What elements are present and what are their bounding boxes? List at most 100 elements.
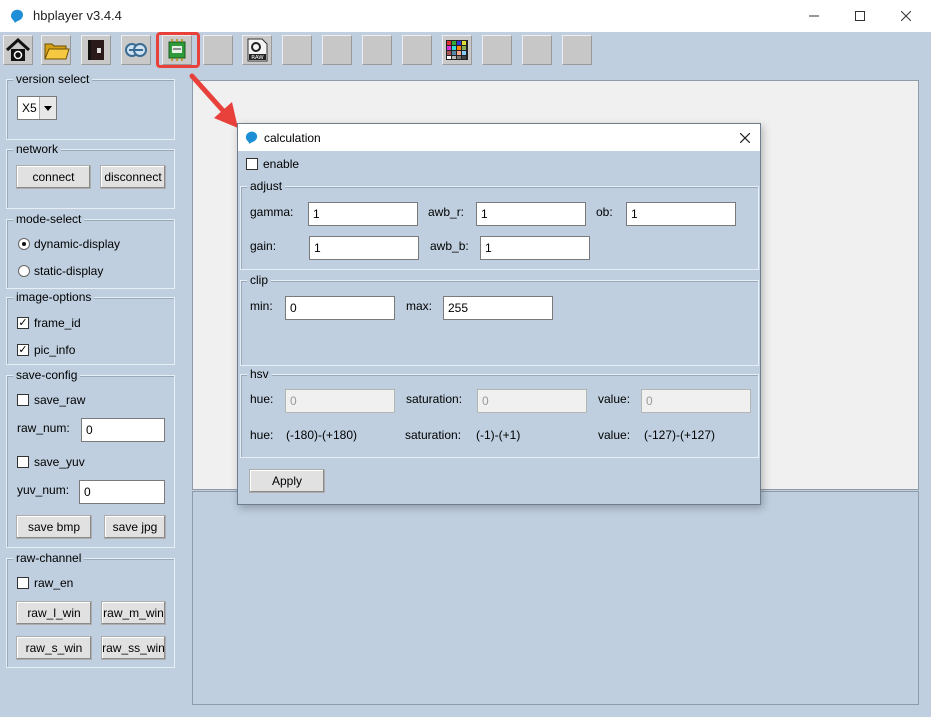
network-group: network connect disconnect (6, 142, 175, 209)
color-chart-button[interactable] (442, 35, 472, 65)
minimize-icon (809, 15, 819, 17)
apply-button[interactable]: Apply (249, 469, 325, 493)
saturation-range-value: (-1)-(+1) (476, 428, 521, 442)
toolbar-blank-button[interactable] (362, 35, 392, 65)
awb-b-label: awb_b: (430, 239, 469, 253)
value-range-value: (-127)-(+127) (644, 428, 716, 442)
awb-b-input[interactable]: 1 (480, 236, 590, 260)
frame-id-label: frame_id (34, 316, 81, 330)
value-range-label: value: (598, 428, 631, 442)
static-display-radio[interactable] (18, 265, 30, 277)
min-label: min: (250, 299, 273, 313)
save-raw-label: save_raw (34, 393, 86, 407)
raw-en-checkbox[interactable] (17, 577, 29, 589)
calculation-dialog: calculation enable adjust gamma: 1 awb_r… (237, 123, 761, 505)
raw-m-win-button[interactable]: raw_m_win (101, 601, 166, 625)
min-input[interactable]: 0 (285, 296, 395, 320)
book-button[interactable] (81, 35, 111, 65)
static-display-label: static-display (34, 264, 104, 278)
folder-open-icon (44, 43, 70, 60)
chevron-down-icon (39, 97, 56, 119)
color-chart-icon (446, 40, 468, 60)
save-bmp-button[interactable]: save bmp (16, 515, 92, 539)
saturation-input[interactable]: 0 (477, 389, 587, 413)
connect-button[interactable]: connect (16, 165, 91, 189)
frame-title: adjust (247, 179, 286, 193)
saturation-label: saturation: (406, 392, 463, 406)
saturation-range-label: saturation: (405, 428, 462, 442)
raw-file-icon: RAW (247, 38, 268, 62)
raw-channel-group: raw-channel raw_en raw_l_win raw_m_win r… (6, 551, 175, 668)
gamma-label: gamma: (250, 205, 294, 219)
minimize-button[interactable] (791, 0, 837, 32)
disconnect-button[interactable]: disconnect (100, 165, 166, 189)
version-select-dropdown[interactable]: X5 (17, 96, 57, 120)
open-folder-button[interactable] (41, 35, 71, 65)
toolbar-blank-button[interactable] (402, 35, 432, 65)
yuv-num-input[interactable]: 0 (79, 480, 165, 504)
save-yuv-checkbox[interactable] (17, 456, 29, 468)
dynamic-display-label: dynamic-display (34, 237, 121, 251)
toolbar-blank-button[interactable] (203, 35, 233, 65)
raw-l-win-button[interactable]: raw_l_win (16, 601, 92, 625)
save-raw-checkbox[interactable] (17, 394, 29, 406)
raw-en-label: raw_en (34, 576, 74, 590)
group-title: network (13, 142, 62, 156)
info-display-area (192, 491, 919, 705)
enable-label: enable (263, 157, 300, 171)
home-button[interactable] (3, 35, 33, 65)
dynamic-display-radio[interactable] (18, 238, 30, 250)
toolbar-highlight-box (156, 32, 200, 68)
app-logo-icon (245, 131, 258, 145)
dialog-title: calculation (264, 131, 321, 145)
image-options-group: image-options ✓ frame_id ✓ pic_info (6, 290, 175, 365)
window-title: hbplayer v3.4.4 (33, 8, 122, 23)
max-input[interactable]: 255 (443, 296, 553, 320)
zoom-icon (125, 43, 147, 57)
close-button[interactable] (883, 0, 929, 32)
frame-title: clip (247, 273, 272, 287)
value-label: value: (598, 392, 631, 406)
group-title: save-config (13, 368, 81, 382)
enable-checkbox[interactable] (246, 158, 258, 170)
clip-frame: clip min: 0 max: 255 (240, 273, 759, 366)
home-icon (5, 37, 31, 61)
version-select-group: version select X5 (6, 72, 175, 140)
gain-input[interactable]: 1 (309, 236, 419, 260)
maximize-button[interactable] (837, 0, 883, 32)
hue-label: hue: (250, 392, 274, 406)
pic-info-checkbox[interactable]: ✓ (17, 344, 29, 356)
svg-text:RAW: RAW (251, 55, 264, 61)
frame-id-checkbox[interactable]: ✓ (17, 317, 29, 329)
toolbar-blank-button[interactable] (282, 35, 312, 65)
group-title: mode-select (13, 212, 85, 226)
group-title: image-options (13, 290, 95, 304)
awb-r-input[interactable]: 1 (476, 202, 586, 226)
raw-file-button[interactable]: RAW (242, 35, 272, 65)
raw-num-label: raw_num: (17, 421, 70, 435)
raw-s-win-button[interactable]: raw_s_win (16, 636, 92, 660)
value-input[interactable]: 0 (641, 389, 751, 413)
gamma-input[interactable]: 1 (308, 202, 418, 226)
raw-num-input[interactable]: 0 (81, 418, 165, 442)
save-jpg-button[interactable]: save jpg (104, 515, 166, 539)
gain-label: gain: (250, 239, 277, 253)
toolbar-blank-button[interactable] (522, 35, 552, 65)
hue-range-label: hue: (250, 428, 274, 442)
dialog-close-button[interactable] (730, 124, 760, 151)
book-icon (88, 40, 104, 60)
title-bar: hbplayer v3.4.4 (0, 0, 931, 32)
frame-title: hsv (247, 367, 272, 381)
maximize-icon (855, 11, 865, 21)
hsv-frame: hsv hue: 0 saturation: 0 value: 0 hue: (… (240, 367, 759, 458)
mode-select-group: mode-select dynamic-display static-displ… (6, 212, 175, 289)
yuv-num-label: yuv_num: (17, 483, 70, 497)
toolbar-blank-button[interactable] (562, 35, 592, 65)
ob-input[interactable]: 1 (626, 202, 736, 226)
toolbar-blank-button[interactable] (322, 35, 352, 65)
hue-input[interactable]: 0 (285, 389, 395, 413)
raw-ss-win-button[interactable]: raw_ss_win (101, 636, 166, 660)
toolbar-blank-button[interactable] (482, 35, 512, 65)
app-logo-icon (11, 9, 23, 23)
zoom-button[interactable] (121, 35, 151, 65)
